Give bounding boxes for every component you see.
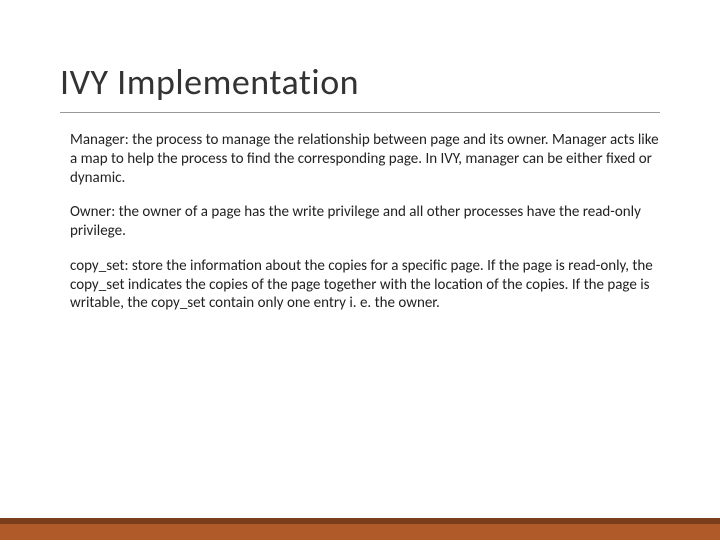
paragraph-owner: Owner: the owner of a page has the write… [70,203,660,241]
slide-container: IVY Implementation Manager: the process … [0,0,720,540]
slide-title: IVY Implementation [60,60,660,113]
paragraph-manager: Manager: the process to manage the relat… [70,131,660,187]
paragraph-copyset: copy_set: store the information about th… [70,257,660,313]
slide-body: Manager: the process to manage the relat… [70,131,660,313]
bottom-accent-bar [0,518,720,540]
